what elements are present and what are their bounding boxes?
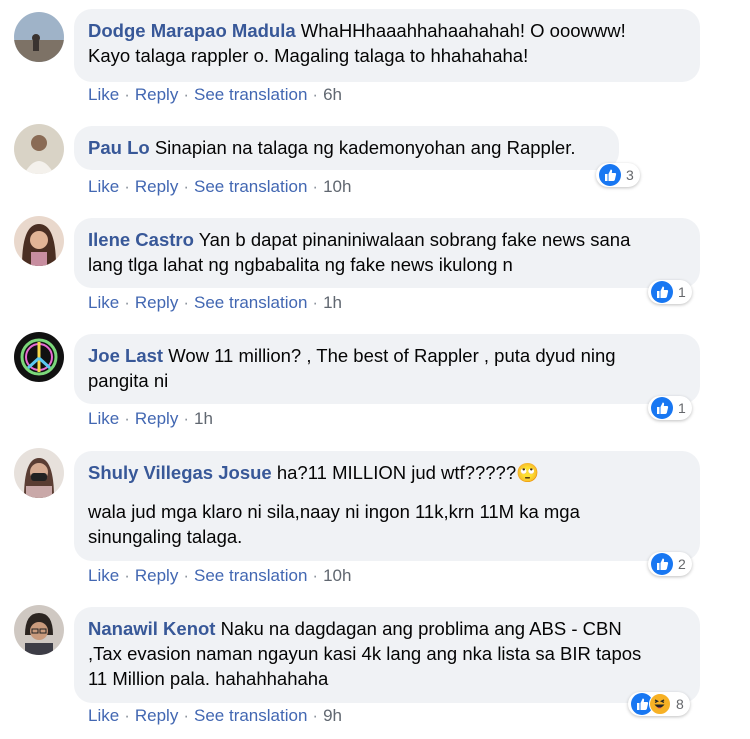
see-translation-link[interactable]: See translation [194, 566, 307, 585]
comment-actions: Like · Reply · See translation · 9h [88, 706, 342, 726]
comment-time[interactable]: 1h [323, 293, 342, 312]
see-translation-link[interactable]: See translation [194, 85, 307, 104]
comment-bubble: Pau Lo Sinapian na talaga ng kademonyoha… [74, 126, 619, 170]
comment-author[interactable]: Joe Last [88, 345, 163, 366]
like-link[interactable]: Like [88, 706, 119, 725]
comment-text-continued: wala jud mga klaro ni sila,naay ni ingon… [88, 501, 580, 547]
comment-time[interactable]: 10h [323, 566, 351, 585]
like-icon [651, 553, 673, 575]
reply-link[interactable]: Reply [135, 177, 178, 196]
separator: · [312, 293, 319, 312]
comment-actions: Like · Reply · See translation · 10h [88, 177, 351, 197]
separator: · [124, 409, 130, 428]
comment-time[interactable]: 1h [194, 409, 213, 428]
comment-time[interactable]: 10h [323, 177, 351, 196]
avatar[interactable] [14, 332, 64, 382]
like-icon [599, 164, 621, 186]
like-icon [651, 397, 673, 419]
like-link[interactable]: Like [88, 177, 119, 196]
comment-author[interactable]: Nanawil Kenot [88, 618, 215, 639]
comment-actions: Like · Reply · 1h [88, 409, 213, 429]
comment-author[interactable]: Dodge Marapao Madula [88, 20, 296, 41]
comment-author[interactable]: Ilene Castro [88, 229, 194, 250]
comment-bubble: Joe Last Wow 11 million? , The best of R… [74, 334, 700, 404]
like-link[interactable]: Like [88, 409, 119, 428]
like-link[interactable]: Like [88, 566, 119, 585]
comment-author[interactable]: Shuly Villegas Josue [88, 462, 272, 483]
separator: · [312, 566, 319, 585]
avatar[interactable] [14, 605, 64, 655]
reply-link[interactable]: Reply [135, 85, 178, 104]
avatar[interactable] [14, 12, 64, 62]
reaction-count: 1 [678, 400, 686, 416]
like-link[interactable]: Like [88, 293, 119, 312]
separator: · [124, 85, 130, 104]
separator: · [124, 177, 130, 196]
comment-bubble: Nanawil Kenot Naku na dagdagan ang probl… [74, 607, 700, 703]
see-translation-link[interactable]: See translation [194, 177, 307, 196]
separator: · [183, 293, 189, 312]
comment-actions: Like · Reply · See translation · 6h [88, 85, 342, 105]
comment-text: Wow 11 million? , The best of Rappler , … [88, 345, 616, 391]
reaction-summary[interactable]: 1 [648, 396, 692, 420]
comment-actions: Like · Reply · See translation · 1h [88, 293, 342, 313]
reply-link[interactable]: Reply [135, 566, 178, 585]
reaction-count: 1 [678, 284, 686, 300]
like-link[interactable]: Like [88, 85, 119, 104]
separator: · [124, 293, 130, 312]
reaction-count: 8 [676, 696, 684, 712]
reaction-count: 2 [678, 556, 686, 572]
separator: · [124, 706, 130, 725]
separator: · [312, 177, 319, 196]
avatar[interactable] [14, 448, 64, 498]
comment-bubble: Dodge Marapao Madula WhaHHhaaahhahaahaha… [74, 9, 700, 82]
avatar[interactable] [14, 216, 64, 266]
separator: · [183, 566, 189, 585]
separator: · [183, 85, 189, 104]
separator: · [312, 85, 319, 104]
separator: · [183, 706, 189, 725]
separator: · [183, 409, 189, 428]
separator: · [124, 566, 130, 585]
avatar[interactable] [14, 124, 64, 174]
reaction-count: 3 [626, 167, 634, 183]
comment-actions: Like · Reply · See translation · 10h [88, 566, 351, 586]
haha-icon [649, 693, 671, 715]
reply-link[interactable]: Reply [135, 706, 178, 725]
see-translation-link[interactable]: See translation [194, 706, 307, 725]
comment-author[interactable]: Pau Lo [88, 137, 150, 158]
comment-time[interactable]: 6h [323, 85, 342, 104]
see-translation-link[interactable]: See translation [194, 293, 307, 312]
like-icon [651, 281, 673, 303]
comment-text: ha?11 MILLION jud wtf?????🙄 [276, 462, 540, 483]
reaction-summary[interactable]: 3 [596, 163, 640, 187]
comment-bubble: Shuly Villegas Josue ha?11 MILLION jud w… [74, 451, 700, 561]
separator: · [183, 177, 189, 196]
reaction-summary[interactable]: 1 [648, 280, 692, 304]
reaction-summary[interactable]: 2 [648, 552, 692, 576]
comment-bubble: Ilene Castro Yan b dapat pinaniniwalaan … [74, 218, 700, 288]
comment-time[interactable]: 9h [323, 706, 342, 725]
reply-link[interactable]: Reply [135, 409, 178, 428]
reply-link[interactable]: Reply [135, 293, 178, 312]
reaction-summary[interactable]: 8 [628, 692, 690, 716]
comment-text: Sinapian na talaga ng kademonyohan ang R… [154, 137, 576, 158]
separator: · [312, 706, 319, 725]
